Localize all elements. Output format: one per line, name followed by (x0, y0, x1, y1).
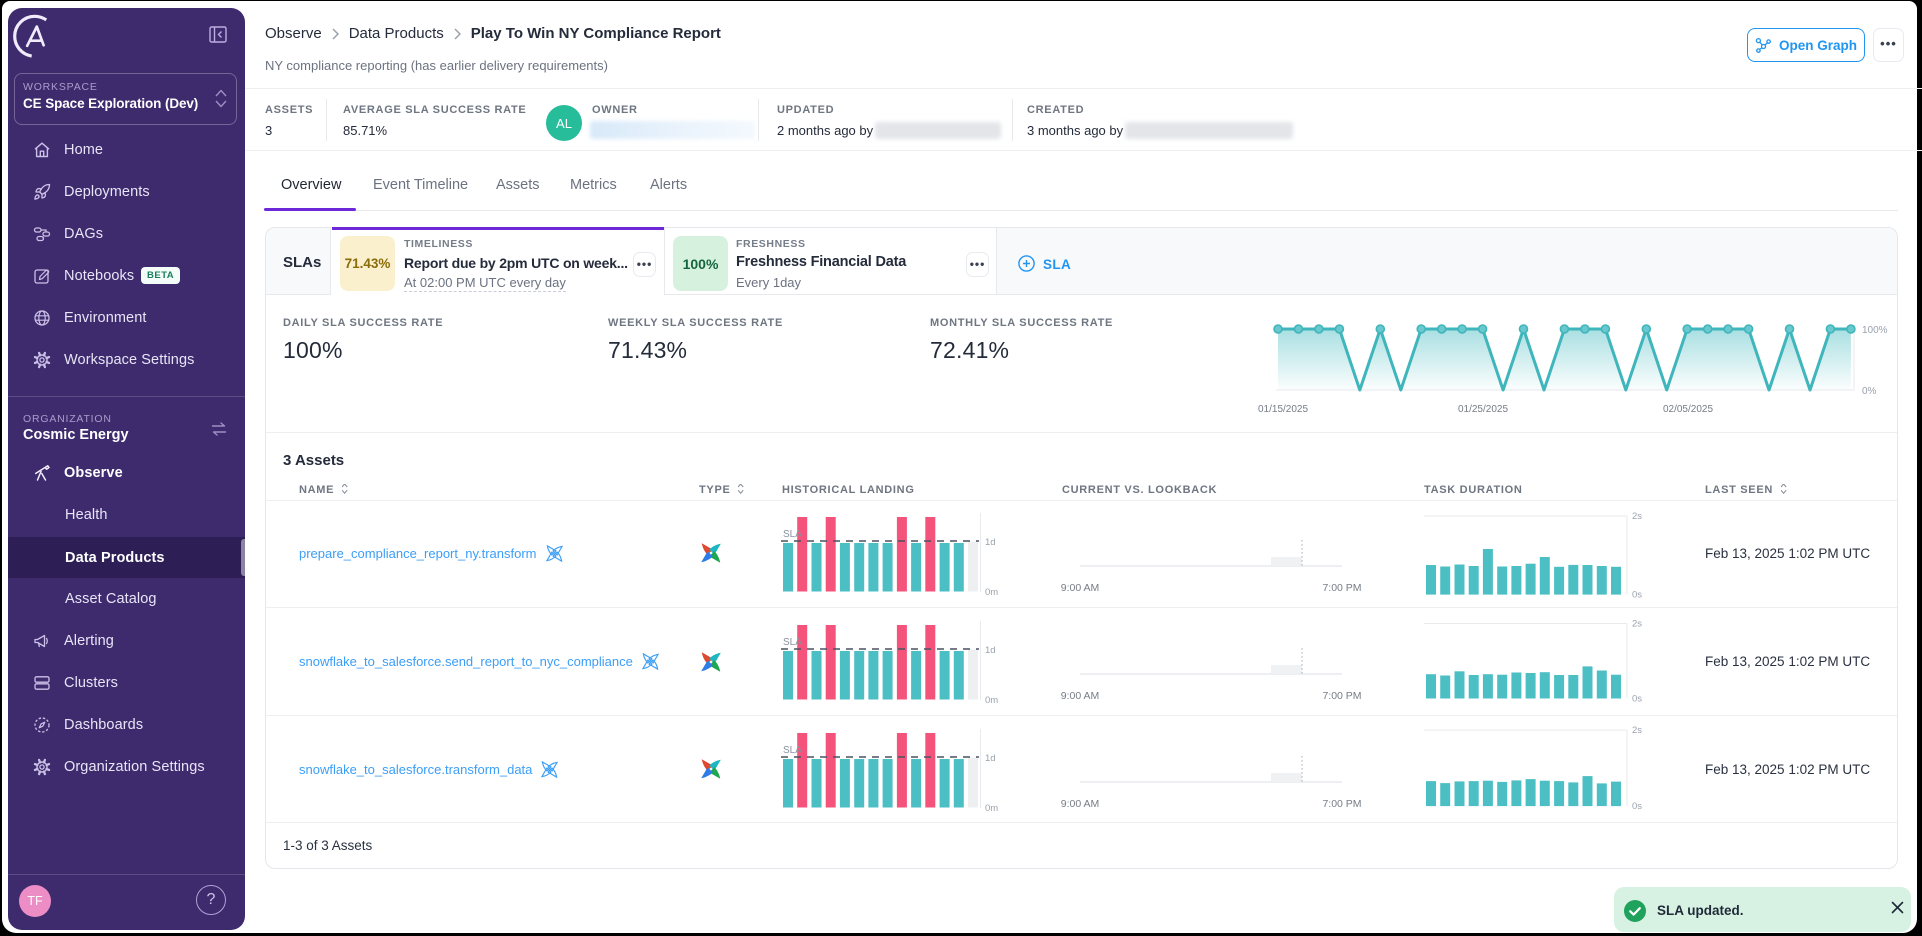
svg-text:0%: 0% (1862, 386, 1877, 397)
svg-text:0s: 0s (1632, 801, 1642, 812)
svg-text:01/25/2025: 01/25/2025 (1458, 404, 1508, 415)
svg-text:2s: 2s (1632, 511, 1642, 522)
svg-text:01/15/2025: 01/15/2025 (1258, 404, 1308, 415)
svg-text:2s: 2s (1632, 725, 1642, 736)
svg-text:0s: 0s (1632, 590, 1642, 601)
svg-text:0s: 0s (1632, 694, 1642, 705)
svg-text:2s: 2s (1632, 619, 1642, 630)
svg-text:100%: 100% (1862, 325, 1888, 336)
svg-text:02/05/2025: 02/05/2025 (1663, 404, 1713, 415)
